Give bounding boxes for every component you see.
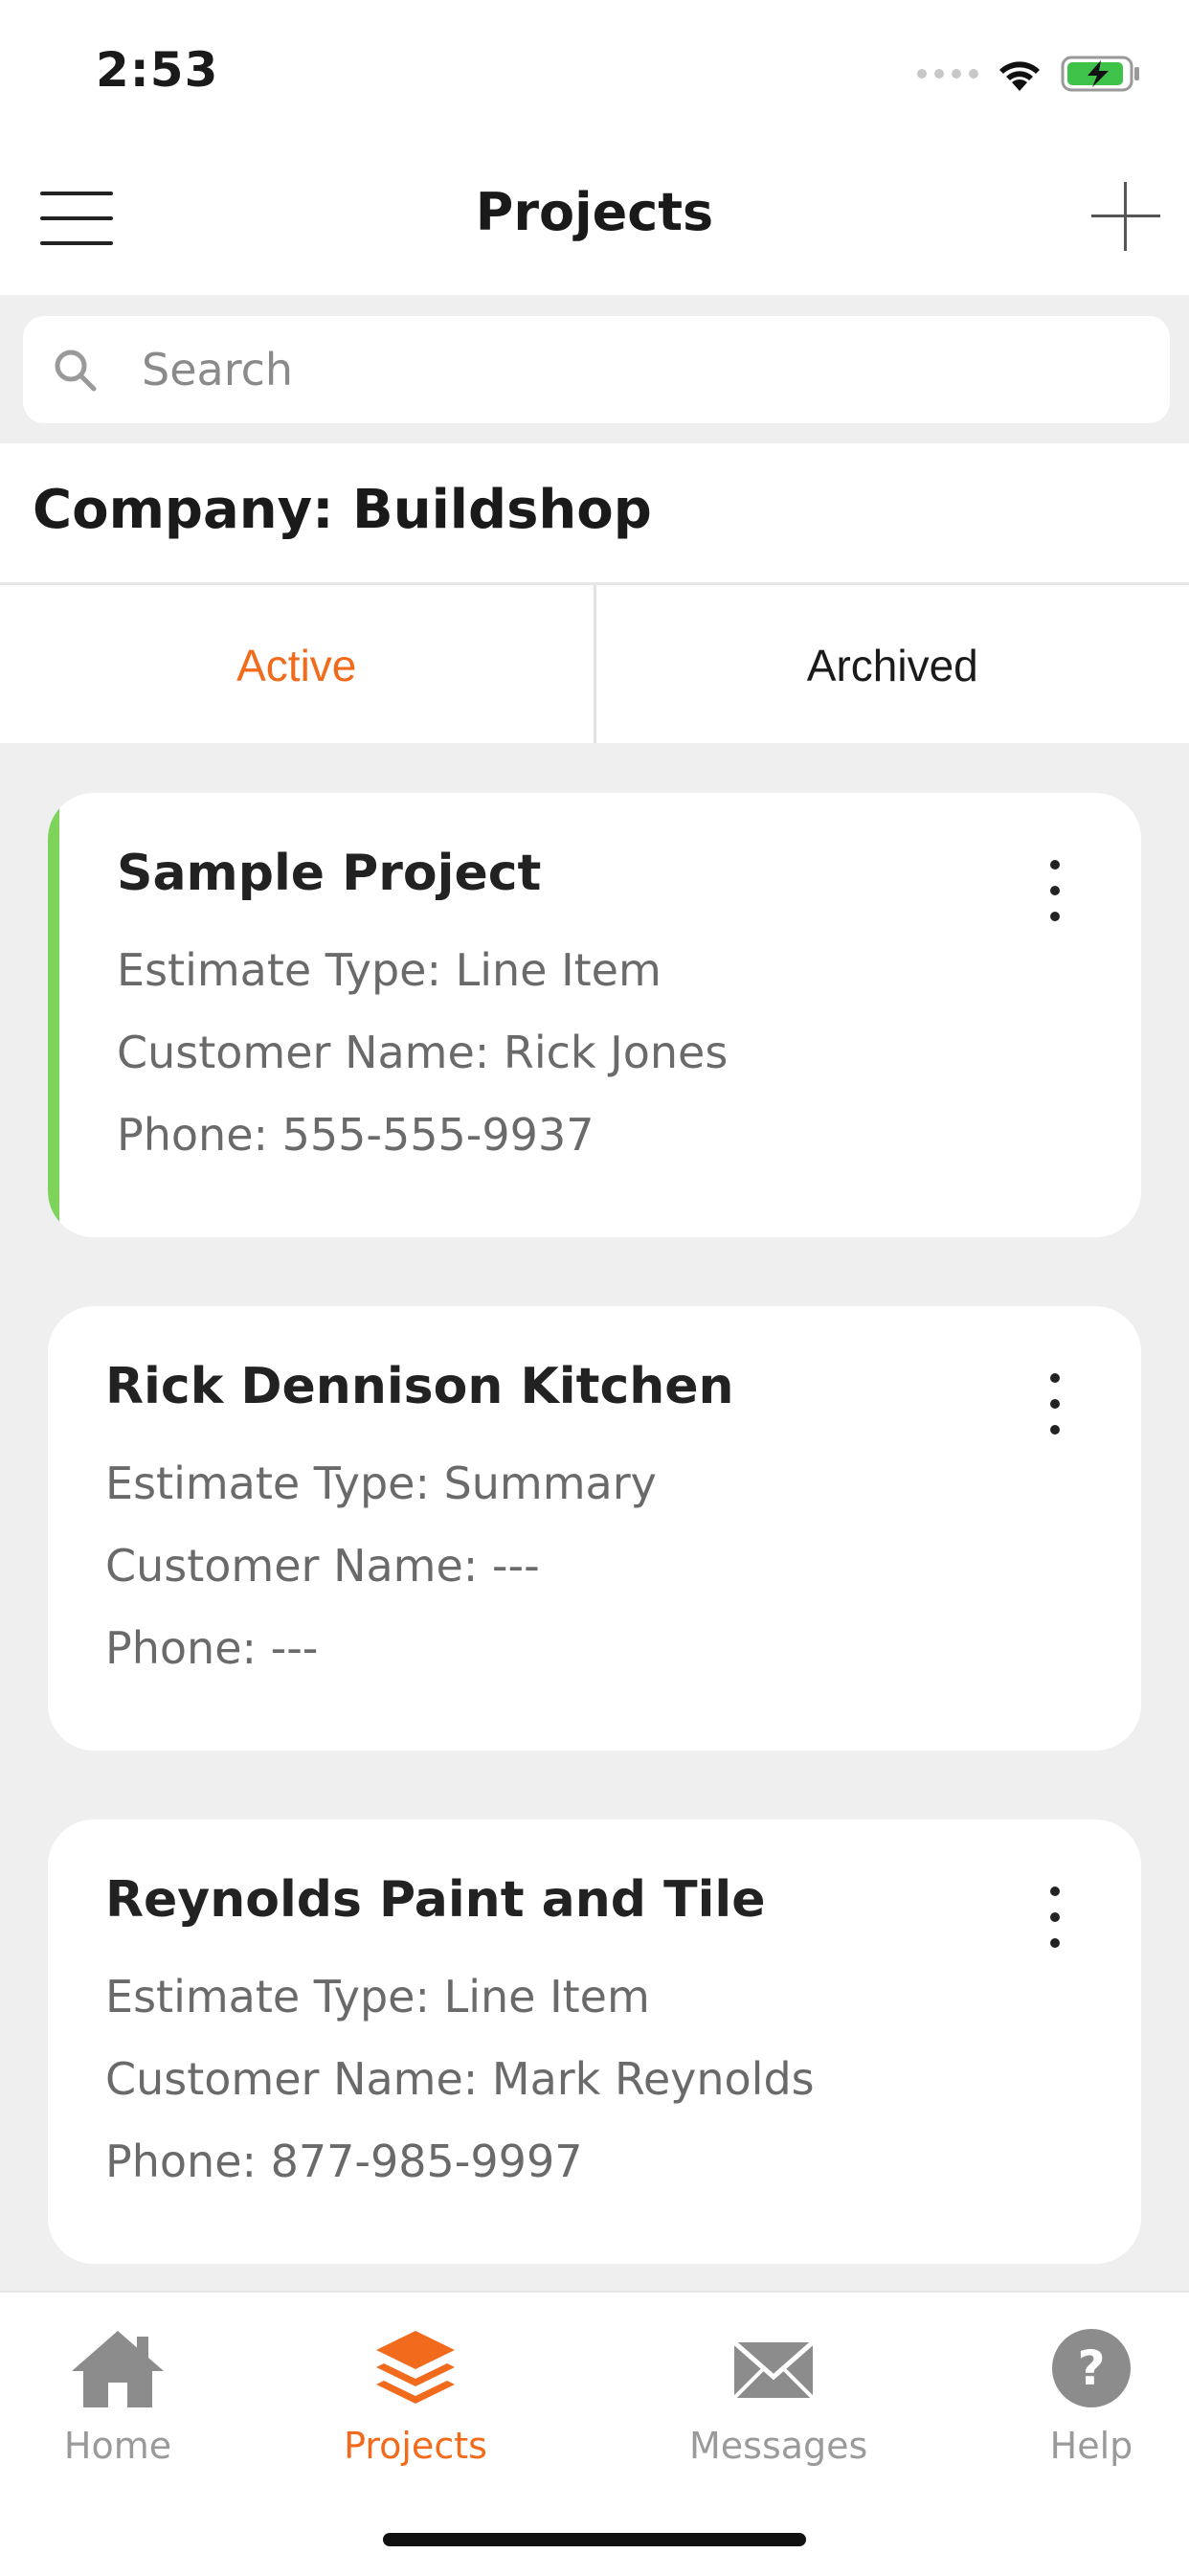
project-card-sample-project[interactable]: Sample Project Estimate Type: Line Item …	[48, 793, 1141, 1237]
search-icon	[52, 347, 98, 393]
project-customer-name: Customer Name: ---	[105, 1540, 540, 1592]
svg-text:?: ?	[1077, 2340, 1105, 2396]
tab-bar-label: Messages	[689, 2425, 858, 2467]
status-bar: 2:53	[0, 0, 1189, 144]
project-phone: Phone: 555-555-9937	[117, 1109, 594, 1161]
project-card-rick-dennison-kitchen[interactable]: Rick Dennison Kitchen Estimate Type: Sum…	[48, 1306, 1141, 1751]
project-name: Rick Dennison Kitchen	[105, 1358, 734, 1415]
tab-bar-label: Projects	[343, 2425, 488, 2467]
project-estimate-type: Estimate Type: Line Item	[117, 944, 662, 996]
envelope-icon	[730, 2327, 817, 2409]
status-time: 2:53	[96, 42, 218, 98]
status-icons	[917, 50, 1141, 98]
project-customer-name: Customer Name: Rick Jones	[117, 1027, 728, 1078]
tab-archived[interactable]: Archived	[594, 585, 1189, 746]
project-phone: Phone: 877-985-9997	[105, 2135, 582, 2187]
project-list: Sample Project Estimate Type: Line Item …	[0, 743, 1189, 2291]
tab-bar-messages[interactable]: Messages	[689, 2327, 858, 2467]
layers-icon	[372, 2327, 459, 2409]
wifi-icon	[996, 55, 1043, 93]
project-estimate-type: Estimate Type: Summary	[105, 1457, 657, 1509]
tab-bar-help[interactable]: ? Help	[1043, 2327, 1139, 2467]
more-options-icon[interactable]	[1045, 860, 1065, 921]
search-input[interactable]	[140, 343, 1101, 396]
search-box[interactable]	[23, 316, 1170, 423]
add-project-plus-icon[interactable]	[1091, 182, 1160, 251]
tab-bar-label: Help	[1043, 2425, 1139, 2467]
more-options-icon[interactable]	[1045, 1887, 1065, 1948]
tab-active[interactable]: Active	[0, 585, 594, 746]
project-status-tabs: Active Archived	[0, 582, 1189, 749]
more-options-icon[interactable]	[1045, 1373, 1065, 1435]
company-label: Company: Buildshop	[33, 479, 652, 541]
tab-bar-label: Home	[50, 2425, 186, 2467]
tab-bar-home[interactable]: Home	[50, 2327, 186, 2467]
nav-bar: Projects	[0, 144, 1189, 295]
battery-charging-icon	[1061, 55, 1141, 93]
project-phone: Phone: ---	[105, 1622, 318, 1674]
project-customer-name: Customer Name: Mark Reynolds	[105, 2053, 815, 2105]
help-icon: ?	[1050, 2327, 1133, 2409]
cellular-signal-icon	[917, 69, 978, 79]
project-card-reynolds-paint-and-tile[interactable]: Reynolds Paint and Tile Estimate Type: L…	[48, 1819, 1141, 2264]
project-name: Reynolds Paint and Tile	[105, 1871, 765, 1929]
project-estimate-type: Estimate Type: Line Item	[105, 1971, 650, 2022]
home-icon	[68, 2327, 168, 2409]
page-title: Projects	[0, 182, 1189, 242]
project-name: Sample Project	[117, 845, 541, 902]
tab-bar-projects[interactable]: Projects	[343, 2327, 488, 2467]
search-bar-container	[0, 295, 1189, 443]
home-indicator	[383, 2533, 806, 2546]
